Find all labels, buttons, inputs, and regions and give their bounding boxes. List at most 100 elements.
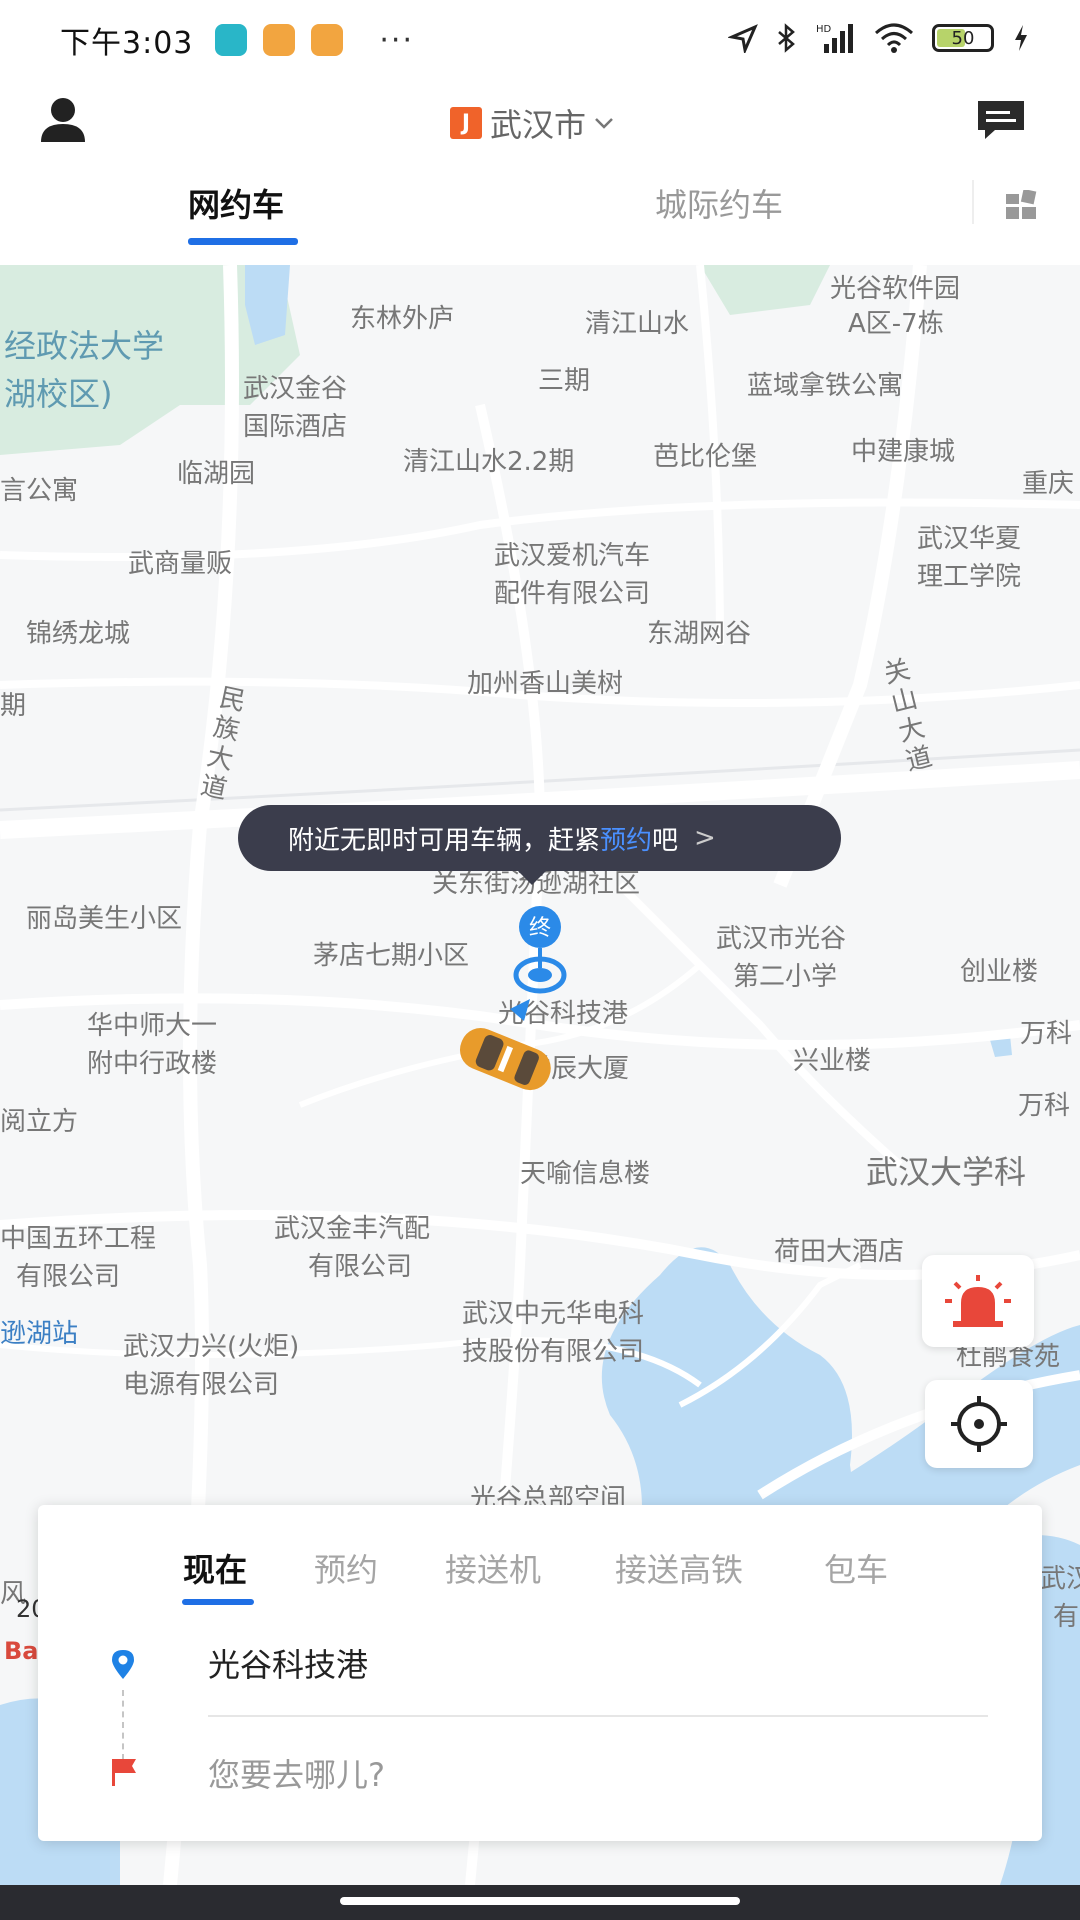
orange-app-icon [263, 24, 296, 56]
field-divider [208, 1715, 988, 1717]
map-label: 武汉市光谷 [716, 924, 847, 954]
tab-reserve[interactable]: 预约 [314, 1545, 378, 1591]
user-icon[interactable] [38, 94, 88, 144]
reserve-link[interactable]: 预约 [600, 820, 652, 857]
map-label: 创业楼 [960, 957, 1039, 987]
map-label: 武汉 [1040, 1564, 1080, 1594]
map-label: 有限公司 [16, 1262, 121, 1292]
status-icons: HD 50 [728, 22, 1030, 54]
map-label: 有 [1053, 1602, 1080, 1632]
home-indicator[interactable] [340, 1897, 740, 1905]
order-tab-underline [182, 1599, 254, 1605]
map-label: 理工学院 [917, 562, 1022, 592]
map-label: 武商量贩 [128, 549, 233, 579]
map-label: 国际酒店 [243, 412, 348, 442]
destination-flag-icon [112, 1759, 136, 1786]
booking-card: 现在 预约 接送机 接送高铁 包车 光谷科技港 您要去哪儿? [38, 1505, 1042, 1841]
tab-train[interactable]: 接送高铁 [615, 1545, 743, 1591]
map-label: 华中师大一 [87, 1011, 218, 1041]
status-time: 下午3:03 [60, 26, 194, 61]
network-tag: HD [816, 24, 832, 35]
pickup-location-field[interactable]: 光谷科技港 [208, 1640, 368, 1686]
map-label: 武汉爱机汽车 [494, 541, 651, 571]
map-label: 湖校区) [4, 375, 113, 413]
map-label: 荷田大酒店 [774, 1237, 905, 1267]
map-label: 兴业楼 [793, 1046, 872, 1076]
status-bar: 下午3:03 ··· HD 50 [0, 0, 1080, 80]
more-dots: ··· [379, 22, 414, 58]
map-label: 附中行政楼 [87, 1049, 218, 1079]
alarm-icon [945, 1275, 1011, 1327]
emergency-alarm-button[interactable] [922, 1255, 1034, 1347]
tab-charter[interactable]: 包车 [824, 1545, 888, 1591]
map-label: 万科 [1018, 1091, 1071, 1121]
battery-level: 50 [951, 27, 975, 49]
chevron-down-icon [595, 118, 613, 129]
locate-me-button[interactable] [925, 1380, 1033, 1468]
tab-airport[interactable]: 接送机 [445, 1545, 541, 1591]
destination-pin-icon[interactable]: 终 [510, 905, 570, 1025]
tooltip-suffix: 吧 [652, 825, 679, 856]
order-type-tabs: 现在 预约 接送机 接送高铁 包车 [38, 1545, 1042, 1605]
map-label: 蓝域拿铁公寓 [747, 371, 904, 401]
map-label: 技股份有限公司 [462, 1337, 645, 1367]
grid-menu-icon[interactable] [1006, 190, 1040, 220]
map-label: 茅店七期小区 [313, 941, 470, 971]
map-label: 光谷软件园 [830, 274, 961, 304]
map-label: 临湖园 [177, 459, 256, 489]
car-icon [459, 1028, 551, 1091]
app-header: J 武汉市 网约车 城际约车 [0, 80, 1080, 245]
destination-input[interactable]: 您要去哪儿? [208, 1750, 385, 1796]
charging-icon [1015, 25, 1027, 51]
message-icon[interactable] [975, 98, 1027, 142]
map-label: 东湖网谷 [647, 619, 752, 649]
location-icon [728, 24, 758, 53]
map-label: 经政法大学 [4, 327, 165, 365]
map-label: 阅立方 [0, 1107, 79, 1137]
map-label: 锦绣龙城 [26, 619, 131, 649]
no-vehicle-tooltip[interactable]: 附近无即时可用车辆，赶紧 预约 吧 > [238, 805, 841, 885]
map-label: 重庆 [1022, 469, 1075, 499]
map-label: 武汉中元华电科 [462, 1299, 645, 1329]
start-location-icon [112, 1650, 134, 1679]
map-label: 三期 [538, 366, 591, 396]
map-label: 第二小学 [733, 962, 838, 992]
teal-app-icon [215, 24, 248, 56]
map-label: 配件有限公司 [494, 579, 651, 609]
tab-now[interactable]: 现在 [183, 1545, 247, 1591]
map-label: 加州香山美树 [467, 669, 624, 699]
city-selector[interactable]: J 武汉市 [450, 100, 614, 146]
battery-icon: 50 [932, 24, 994, 52]
map-label: 武汉大学科 [866, 1153, 1027, 1191]
bluetooth-icon [778, 23, 795, 53]
map-label: 万科 [1020, 1019, 1073, 1049]
city-name: 武汉市 [490, 106, 587, 144]
destination-marker-label: 终 [529, 916, 551, 941]
map-label: 有限公司 [308, 1252, 413, 1282]
city-logo-icon: J [450, 107, 482, 139]
map-label: 期 [0, 691, 27, 721]
crosshair-icon [951, 1396, 1007, 1452]
route-connector [122, 1690, 124, 1760]
map-label: 武汉金谷 [243, 374, 348, 404]
map-label: 武汉力兴(火炬) [123, 1332, 300, 1362]
orange-app-icon [311, 24, 344, 56]
chevron-right-icon: > [694, 823, 716, 853]
map-label: 清江山水 [585, 309, 690, 339]
tab-intercity[interactable]: 城际约车 [655, 180, 783, 226]
map-label: 天喻信息楼 [520, 1159, 651, 1189]
map-label: 言公寓 [0, 476, 79, 506]
map-label: 清江山水2.2期 [403, 447, 575, 477]
map-label: 中建康城 [851, 437, 956, 467]
signal-icon: HD [816, 24, 853, 53]
map-label: 逊湖站 [0, 1319, 79, 1349]
map-label: A区-7栋 [848, 309, 944, 339]
wifi-icon [875, 23, 913, 53]
system-nav-bar [0, 1885, 1080, 1920]
tab-ride-hailing[interactable]: 网约车 [188, 180, 284, 226]
map-label: 武汉金丰汽配 [274, 1214, 431, 1244]
map-label: 芭比伦堡 [653, 442, 758, 472]
map-label: 电源有限公司 [123, 1370, 280, 1400]
map-label: 东林外庐 [350, 304, 455, 334]
map-label: 中国五环工程 [0, 1224, 157, 1254]
